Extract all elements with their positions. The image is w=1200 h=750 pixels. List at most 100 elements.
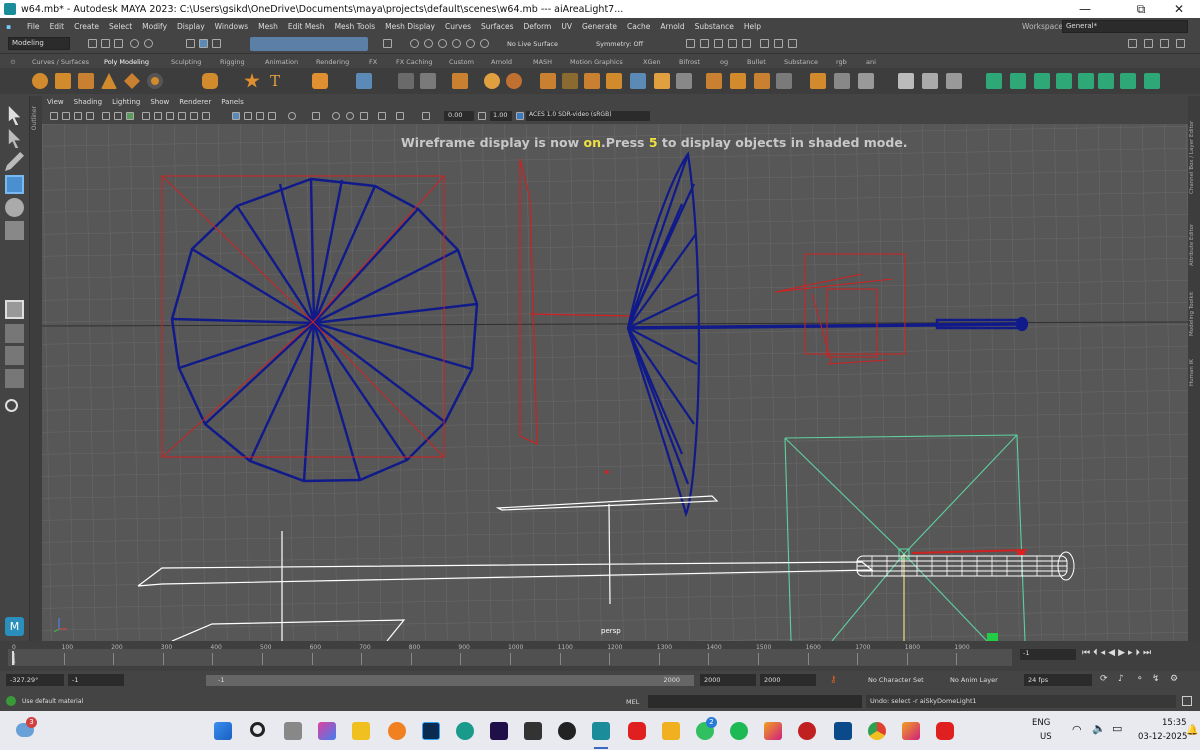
default-material-icon[interactable] <box>256 112 264 120</box>
go-to-start-icon[interactable]: ⏮ <box>1082 648 1090 658</box>
shelf-tab-rigging[interactable]: Rigging <box>220 58 245 66</box>
four-view-layout-icon[interactable] <box>5 324 24 343</box>
menu-edit[interactable]: Edit <box>45 22 70 31</box>
snap-view-icon[interactable] <box>452 39 461 48</box>
render-view-icon[interactable] <box>760 39 769 48</box>
chatgpt-icon[interactable] <box>558 722 576 740</box>
poly-cylinder-icon[interactable] <box>78 73 94 89</box>
close-button[interactable]: ✕ <box>1156 0 1200 18</box>
menu-arnold[interactable]: Arnold <box>655 22 689 31</box>
menu-generate[interactable]: Generate <box>577 22 622 31</box>
anim-preferences-icon[interactable]: ⚙ <box>1170 674 1178 684</box>
taskbar-search-icon[interactable] <box>250 722 265 737</box>
menu-uv[interactable]: UV <box>556 22 577 31</box>
scale-tool-icon[interactable] <box>5 221 24 240</box>
loop-icon[interactable]: ⟳ <box>1100 674 1108 684</box>
fps-dropdown[interactable]: 24 fps <box>1024 674 1092 686</box>
menu-file[interactable]: File <box>22 22 45 31</box>
live-surface-field[interactable]: No Live Surface <box>507 40 558 48</box>
redo-icon[interactable] <box>144 39 153 48</box>
menu-mesh[interactable]: Mesh <box>253 22 283 31</box>
motion-blur-icon[interactable] <box>346 112 354 120</box>
cylindrical-map-icon[interactable] <box>1010 73 1026 89</box>
quad-draw-icon[interactable] <box>858 73 874 89</box>
minimize-button[interactable]: — <box>1062 0 1108 18</box>
shelf-tab-rgb[interactable]: rgb <box>836 58 847 66</box>
xray-icon[interactable] <box>396 112 404 120</box>
step-forward-key-icon[interactable]: ⏵ <box>1136 648 1141 658</box>
smooth-icon[interactable] <box>420 73 436 89</box>
exposure-field[interactable]: 0.00 <box>444 111 474 121</box>
command-input[interactable] <box>648 695 862 708</box>
step-forward-frame-icon[interactable]: ▸ <box>1128 648 1133 658</box>
new-scene-icon[interactable] <box>88 39 97 48</box>
lock-selection-icon[interactable] <box>383 39 392 48</box>
smooth-shade-icon[interactable] <box>244 112 252 120</box>
selection-mask-group[interactable] <box>250 37 368 51</box>
attribute-editor-tab[interactable]: Attribute Editor <box>1189 206 1195 266</box>
platonic-solid-icon[interactable] <box>202 73 218 89</box>
uv-editor-icon[interactable] <box>1098 73 1114 89</box>
single-perspective-layout-icon[interactable] <box>5 300 24 319</box>
shelf-tab-sculpting[interactable]: Sculpting <box>171 58 201 66</box>
sew-uv-icon[interactable] <box>1144 73 1160 89</box>
offset-edge-loop-icon[interactable] <box>754 73 770 89</box>
shelf-tabs-gear-icon[interactable]: ⚙ <box>10 58 16 66</box>
shelf-tab-bullet[interactable]: Bullet <box>747 58 766 66</box>
menu-deform[interactable]: Deform <box>518 22 556 31</box>
key-tangent-icon[interactable]: ↯ <box>1152 674 1160 684</box>
shelf-tab-motion-graphics[interactable]: Motion Graphics <box>570 58 623 66</box>
move-tool-icon[interactable] <box>5 175 24 194</box>
gamma-icon[interactable] <box>478 112 486 120</box>
windows-start-icon[interactable] <box>214 722 232 740</box>
copilot-icon[interactable] <box>318 722 336 740</box>
exposure-icon[interactable] <box>422 112 430 120</box>
shelf-tab-xgen[interactable]: XGen <box>643 58 661 66</box>
viewport-panel[interactable]: Wireframe display is now on.Press 5 to d… <box>42 124 1188 641</box>
language-indicator-line1[interactable]: ENG <box>1032 718 1050 728</box>
photoshop-icon[interactable] <box>422 722 440 740</box>
youtube-icon-2[interactable] <box>936 722 954 740</box>
snap-point-icon[interactable] <box>438 39 447 48</box>
light-manipulator-handle[interactable] <box>987 633 998 641</box>
merge-icon[interactable] <box>810 73 826 89</box>
fill-hole-icon[interactable] <box>676 73 692 89</box>
step-back-frame-icon[interactable]: ◂ <box>1101 648 1106 658</box>
combine-icon[interactable] <box>356 73 372 89</box>
cut-uv-icon[interactable] <box>1120 73 1136 89</box>
collapse-icon[interactable] <box>834 73 850 89</box>
boolean-intersection-icon[interactable] <box>562 73 578 89</box>
render-current-icon[interactable] <box>700 39 709 48</box>
menu-windows[interactable]: Windows <box>210 22 253 31</box>
shelf-tab-mash[interactable]: MASH <box>533 58 552 66</box>
instagram-icon-2[interactable] <box>902 722 920 740</box>
history-icon[interactable] <box>686 39 695 48</box>
anti-aliasing-icon[interactable] <box>360 112 368 120</box>
attribute-editor-toggle-icon[interactable] <box>1160 39 1169 48</box>
poly-cone-icon[interactable] <box>101 73 117 89</box>
search-icon[interactable] <box>5 399 18 412</box>
append-polygon-icon[interactable] <box>654 73 670 89</box>
tool-settings-toggle-icon[interactable] <box>1176 39 1185 48</box>
menu-surfaces[interactable]: Surfaces <box>476 22 518 31</box>
channel-box-tab[interactable]: Channel Box / Layer Editor <box>1189 104 1195 194</box>
clock-date[interactable]: 03-12-2025 <box>1138 732 1187 742</box>
youtube-icon[interactable] <box>628 722 646 740</box>
two-d-pan-zoom-icon[interactable] <box>102 112 110 120</box>
film-gate-icon[interactable] <box>142 112 150 120</box>
shelf-tab-fx-caching[interactable]: FX Caching <box>396 58 433 66</box>
script-language-toggle[interactable]: MEL <box>626 698 639 706</box>
mirror-icon[interactable] <box>484 73 500 89</box>
maya-taskbar-icon[interactable] <box>592 722 610 740</box>
shelf-tab-poly-modeling[interactable]: Poly Modeling <box>104 58 149 66</box>
menu-set-dropdown[interactable]: Modeling <box>8 37 70 50</box>
automatic-map-icon[interactable] <box>1056 73 1072 89</box>
select-tool-icon[interactable] <box>8 106 21 125</box>
workspace-dropdown[interactable]: General* <box>1062 20 1188 33</box>
camera-attributes-icon[interactable] <box>62 112 70 120</box>
persp-outliner-layout-icon[interactable] <box>5 346 24 365</box>
menu-help[interactable]: Help <box>739 22 766 31</box>
spherical-map-icon[interactable] <box>1034 73 1050 89</box>
boolean-union-icon[interactable] <box>506 73 522 89</box>
resolution-gate-icon[interactable] <box>154 112 162 120</box>
